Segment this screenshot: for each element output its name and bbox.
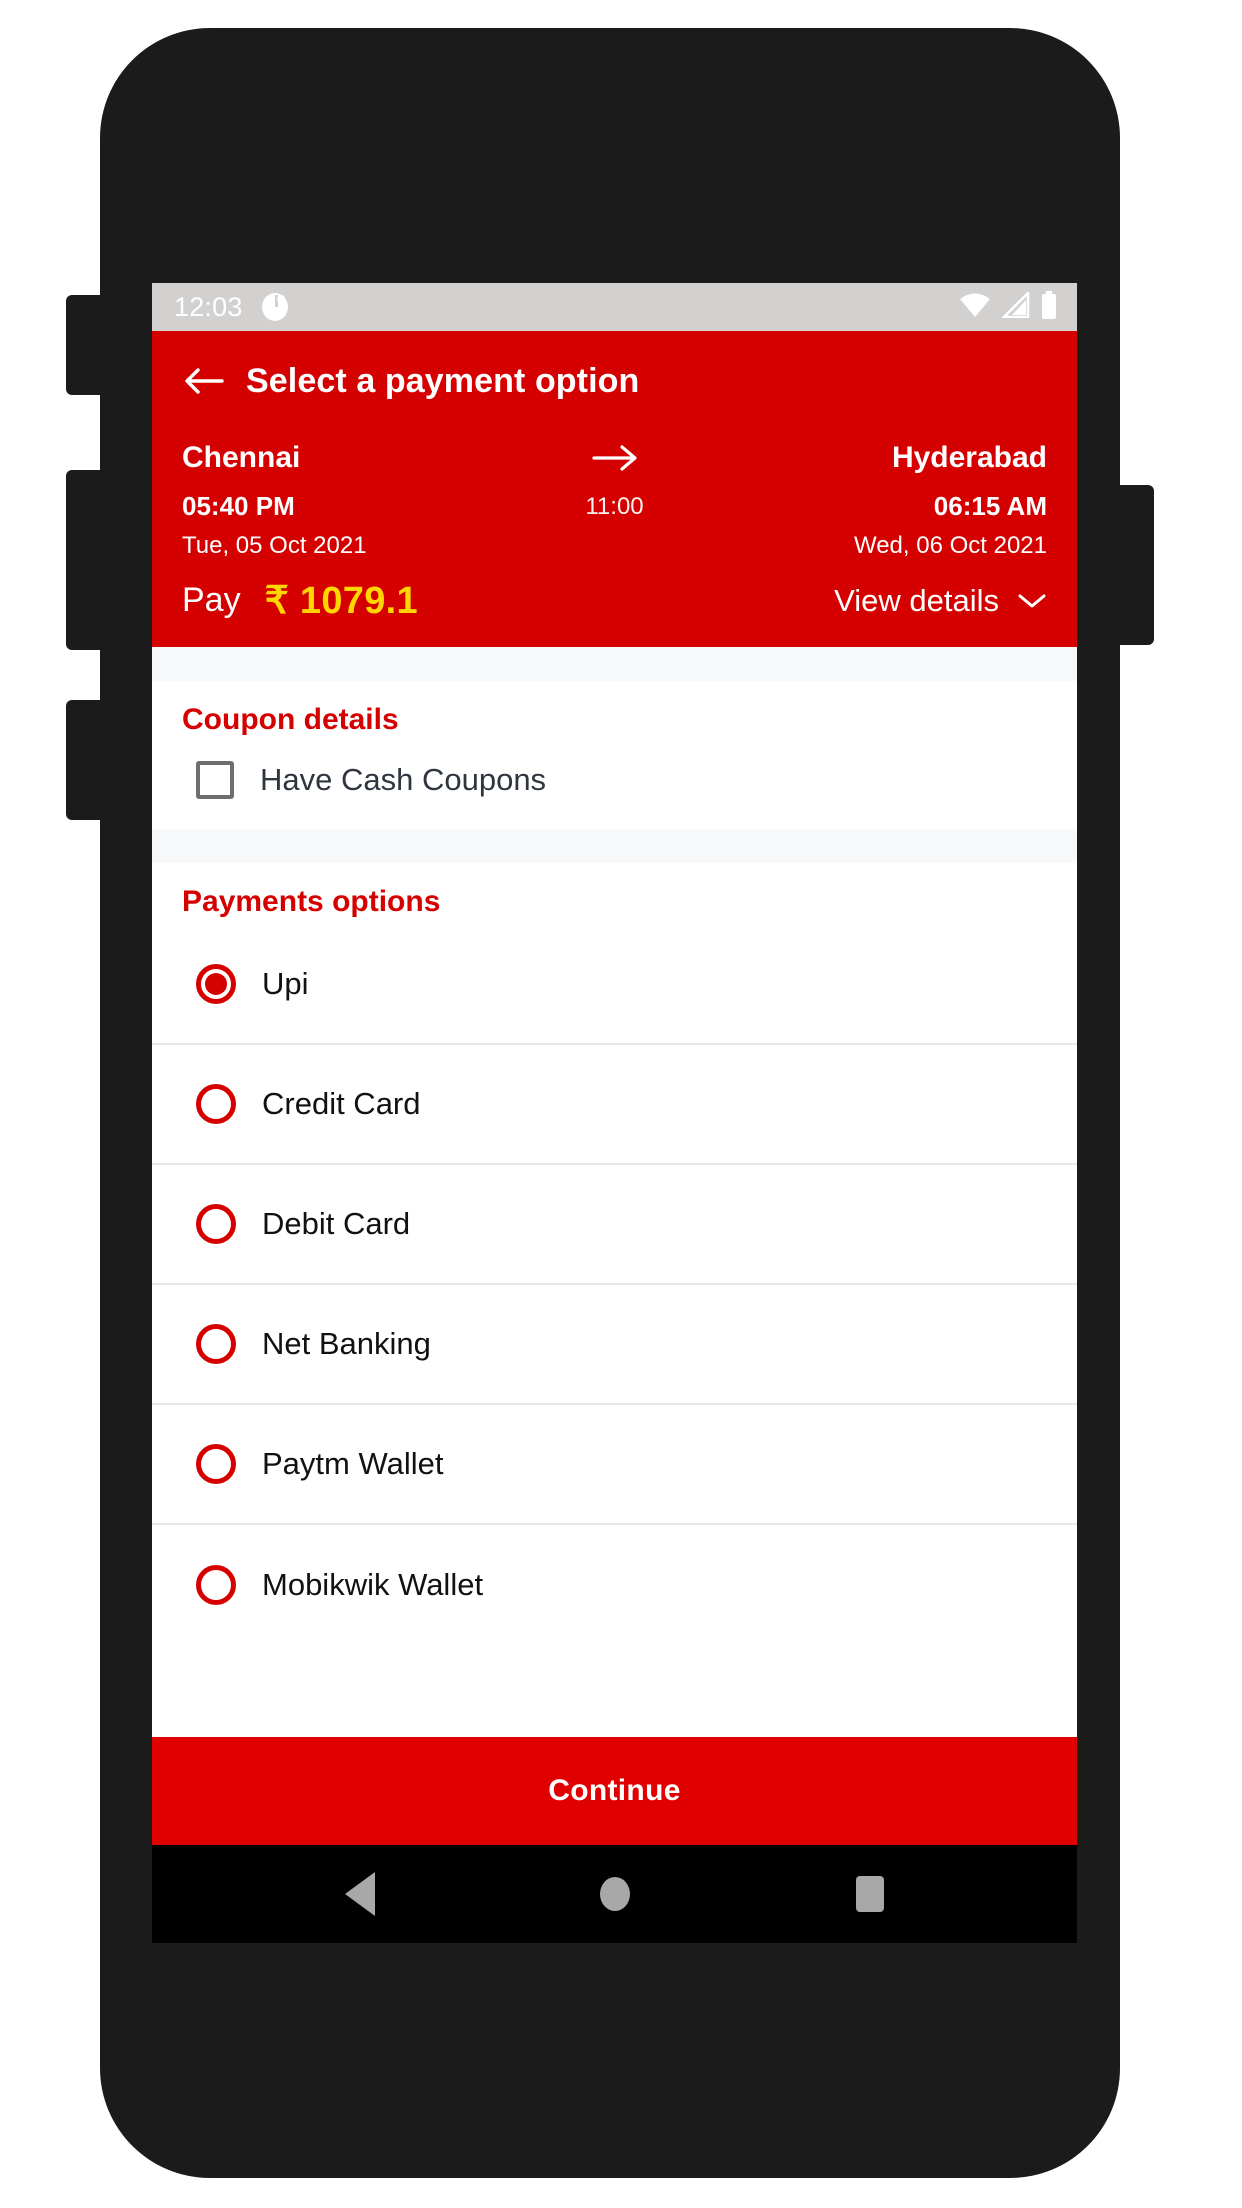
pay-label: Pay [182, 581, 241, 619]
pay-amount: ₹ 1079.1 [264, 580, 418, 622]
radio-upi[interactable] [196, 964, 236, 1004]
arrival-date: Wed, 06 Oct 2021 [853, 532, 1047, 559]
radio-mobikwik-wallet[interactable] [196, 1565, 236, 1605]
journey-duration: 11:00 [585, 492, 644, 520]
phone-screen: 12:03 Select a payment option Chennai Hy… [152, 283, 1077, 1943]
page-title: Select a payment option [246, 361, 640, 400]
arrival-time: 06:15 AM [933, 491, 1047, 521]
clock-app-icon [261, 292, 289, 322]
payment-option-mobikwik-wallet[interactable]: Mobikwik Wallet [152, 1525, 1077, 1645]
view-details-label: View details [834, 582, 999, 618]
journey-times-row: 05:40 PM 11:00 06:15 AM [182, 479, 1047, 532]
journey-cities-row: Chennai Hyderabad [182, 441, 1047, 479]
journey-summary: Chennai Hyderabad 05:40 PM 11:00 06:15 A… [152, 431, 1077, 578]
payment-option-paytm-wallet[interactable]: Paytm Wallet [152, 1405, 1077, 1525]
have-cash-coupons-label: Have Cash Coupons [260, 762, 547, 797]
status-bar: 12:03 [152, 283, 1077, 331]
android-navigation-bar [152, 1845, 1077, 1943]
radio-credit-card[interactable] [196, 1084, 236, 1124]
payment-option-credit-card[interactable]: Credit Card [152, 1045, 1077, 1165]
departure-time: 05:40 PM [182, 491, 295, 521]
arrow-right-icon [575, 444, 655, 472]
nav-back-icon[interactable] [344, 1872, 375, 1916]
payments-options-card: Payments options Upi Credit Card Debit C… [152, 863, 1077, 1645]
phone-power-button[interactable] [1114, 485, 1154, 645]
status-bar-clock: 12:03 [174, 291, 243, 322]
destination-city: Hyderabad [891, 441, 1047, 474]
status-bar-icons [959, 289, 1057, 324]
payment-option-label: Credit Card [262, 1086, 421, 1121]
chevron-down-icon [1017, 592, 1047, 610]
payment-option-label: Paytm Wallet [262, 1446, 444, 1481]
continue-button[interactable]: Continue [152, 1737, 1077, 1845]
section-divider-middle [152, 829, 1077, 863]
nav-recents-icon[interactable] [856, 1876, 885, 1912]
cellular-signal-icon [1000, 289, 1030, 323]
app-bar: Select a payment option [152, 331, 1077, 431]
payment-option-label: Debit Card [262, 1206, 411, 1241]
coupon-section-title: Coupon details [182, 703, 399, 736]
back-arrow-icon[interactable] [182, 359, 226, 403]
coupon-details-card: Coupon details Have Cash Coupons [152, 681, 1077, 829]
payment-option-upi[interactable]: Upi [152, 925, 1077, 1045]
content-area[interactable]: Coupon details Have Cash Coupons Payment… [152, 647, 1077, 1845]
payment-option-net-banking[interactable]: Net Banking [152, 1285, 1077, 1405]
nav-home-icon[interactable] [600, 1877, 631, 1911]
departure-date: Tue, 05 Oct 2021 [182, 532, 367, 559]
section-divider-top [152, 647, 1077, 681]
payment-option-label: Mobikwik Wallet [262, 1567, 484, 1602]
have-cash-coupons-checkbox[interactable] [196, 761, 234, 799]
payment-option-debit-card[interactable]: Debit Card [152, 1165, 1077, 1285]
view-details-button[interactable]: View details [834, 583, 1047, 619]
phone-side-button-left-1[interactable] [66, 295, 106, 395]
radio-upi-dot [205, 973, 227, 995]
radio-net-banking[interactable] [196, 1324, 236, 1364]
payment-option-label: Net Banking [262, 1326, 431, 1361]
wifi-icon [959, 292, 991, 323]
origin-city: Chennai [182, 441, 301, 474]
payments-section-title: Payments options [182, 885, 441, 918]
payment-option-label: Upi [262, 966, 309, 1001]
battery-icon [1041, 290, 1057, 324]
phone-side-button-left-3[interactable] [66, 700, 106, 820]
phone-volume-button[interactable] [66, 470, 106, 650]
journey-dates-row: Tue, 05 Oct 2021 Wed, 06 Oct 2021 [182, 532, 1047, 578]
have-cash-coupons-row[interactable]: Have Cash Coupons [152, 743, 1077, 829]
pay-summary-row: Pay ₹ 1079.1 View details [152, 578, 1077, 647]
radio-debit-card[interactable] [196, 1204, 236, 1244]
radio-paytm-wallet[interactable] [196, 1444, 236, 1484]
screenshot-stage: 12:03 Select a payment option Chennai Hy… [0, 0, 1242, 2208]
